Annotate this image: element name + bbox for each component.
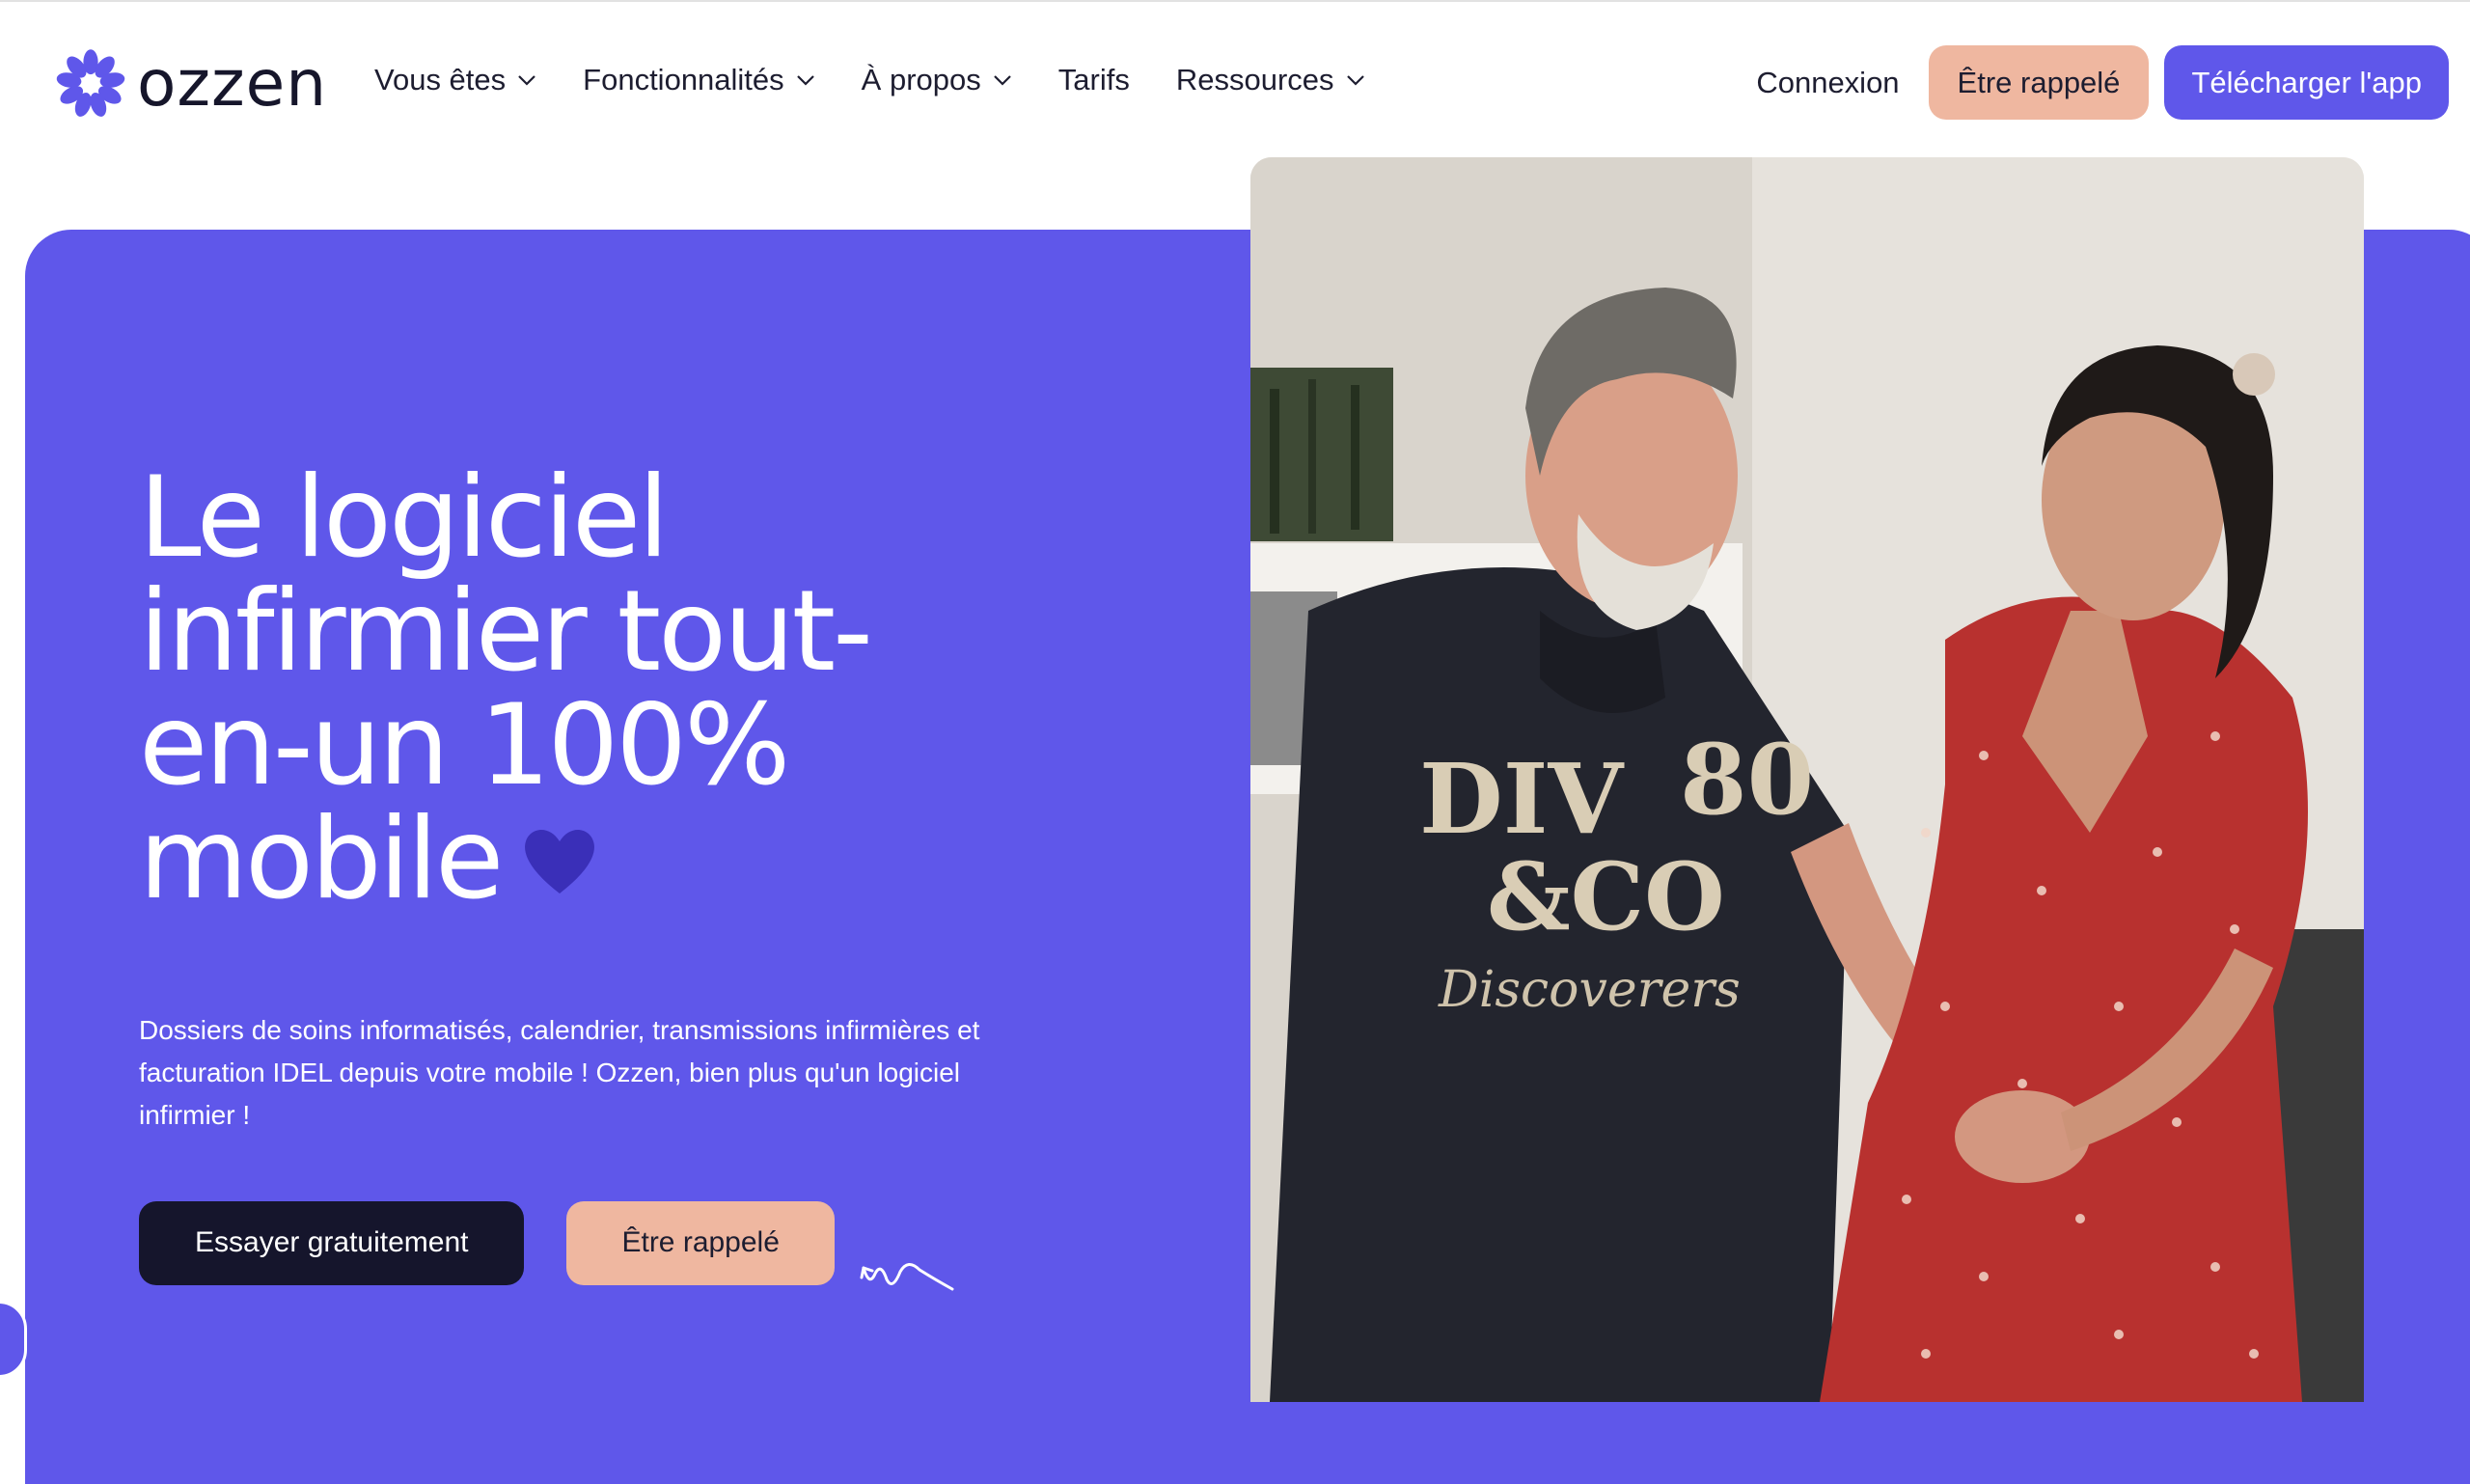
chevron-down-icon: [796, 75, 814, 86]
nav-item-a-propos[interactable]: À propos: [862, 63, 1012, 97]
heart-icon: [525, 830, 595, 894]
flower-icon: [56, 49, 125, 117]
nav-item-fonctionnalites[interactable]: Fonctionnalités: [583, 63, 815, 97]
download-app-button[interactable]: Télécharger l'app: [2164, 45, 2449, 120]
hero-subtitle: Dossiers de soins informatisés, calendri…: [139, 1015, 980, 1130]
main-menu: Vous êtes Fonctionnalités À propos Tarif…: [374, 63, 1412, 97]
squiggle-arrow-icon: [860, 1263, 954, 1291]
hero-title-line: Le logiciel: [139, 453, 669, 583]
hero-title-line: mobile: [139, 794, 504, 924]
nav-item-tarifs[interactable]: Tarifs: [1058, 63, 1130, 97]
nav-item-label: Vous êtes: [374, 63, 507, 96]
callback-button-header[interactable]: Être rappelé: [1928, 45, 2150, 120]
svg-text:Discoverers: Discoverers: [1438, 961, 1741, 1019]
hero-title-line: en-un 100%: [139, 680, 790, 811]
chevron-down-icon: [1346, 75, 1364, 86]
site-header: ozzen Vous êtes Fonctionnalités À propos…: [0, 7, 2470, 161]
nav-item-label: Fonctionnalités: [583, 63, 784, 96]
try-free-button[interactable]: Essayer gratuitement: [139, 1200, 525, 1285]
callback-button[interactable]: Être rappelé: [566, 1200, 835, 1285]
hero-image: DIV &CO 80 Discoverers: [1250, 157, 2364, 1402]
nav-item-vous-etes[interactable]: Vous êtes: [374, 63, 536, 97]
nav-item-label: À propos: [861, 63, 981, 96]
logo-link[interactable]: ozzen: [54, 45, 327, 123]
login-link[interactable]: Connexion: [1756, 66, 1899, 100]
hero-title: Le logiciel infirmier tout- en-un 100% m…: [139, 461, 969, 917]
nav-item-label: Ressources: [1175, 63, 1334, 96]
header-actions: Connexion Être rappelé Télécharger l'app: [1756, 45, 2449, 120]
accessibility-widget[interactable]: [0, 1301, 27, 1378]
svg-text:DIV: DIV: [1419, 742, 1624, 856]
nav-item-label: Tarifs: [1057, 63, 1130, 96]
nav-item-ressources[interactable]: Ressources: [1176, 63, 1365, 97]
top-border: [0, 0, 2470, 7]
hero-title-line: infirmier tout-: [139, 566, 873, 697]
svg-text:80: 80: [1680, 723, 1814, 837]
hero-cta-row: Essayer gratuitement Être rappelé: [139, 1193, 956, 1293]
chevron-down-icon: [518, 75, 535, 86]
svg-text:&CO: &CO: [1487, 842, 1725, 951]
chevron-down-icon: [993, 75, 1011, 86]
brand-name: ozzen: [137, 46, 328, 121]
